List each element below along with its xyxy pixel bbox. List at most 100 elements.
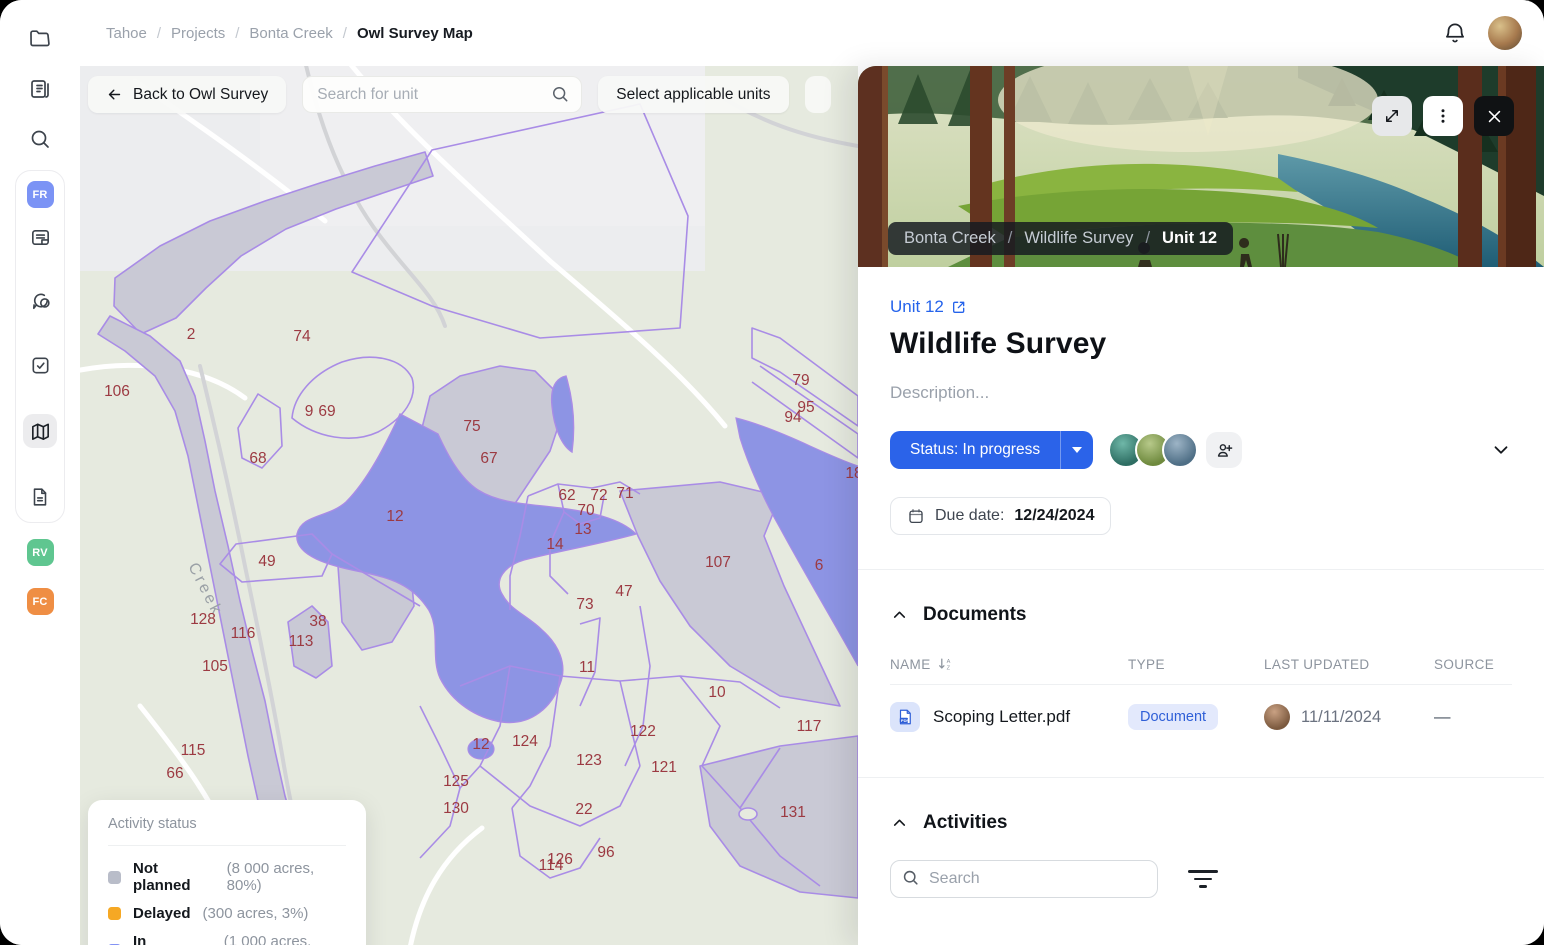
map-unit-label[interactable]: 6 bbox=[815, 557, 824, 574]
map-unit-label[interactable]: 73 bbox=[576, 596, 593, 613]
map-unit-label[interactable]: 22 bbox=[575, 801, 592, 818]
avatar bbox=[1264, 704, 1290, 730]
projects-folder-icon[interactable] bbox=[25, 24, 55, 54]
unit-link[interactable]: Unit 12 bbox=[890, 297, 967, 317]
map-unit-label[interactable]: 70 bbox=[577, 502, 595, 519]
breadcrumb-item[interactable]: Projects bbox=[171, 25, 225, 42]
close-panel-button[interactable] bbox=[1474, 96, 1514, 136]
chevron-up-icon bbox=[890, 814, 909, 833]
map-unit-label[interactable]: 116 bbox=[231, 625, 256, 642]
tasks-icon[interactable] bbox=[25, 350, 55, 380]
activities-search-input[interactable] bbox=[890, 860, 1158, 898]
map-unit-label[interactable]: 79 bbox=[792, 372, 809, 389]
map-unit-label[interactable]: 107 bbox=[705, 554, 731, 571]
back-to-owl-survey-button[interactable]: Back to Owl Survey bbox=[88, 76, 286, 113]
breadcrumb-item[interactable]: Bonta Creek bbox=[249, 25, 332, 42]
map-unit-label[interactable]: 62 bbox=[558, 487, 575, 504]
column-source[interactable]: SOURCE bbox=[1434, 657, 1512, 672]
arrow-left-icon bbox=[106, 86, 123, 103]
filter-button[interactable] bbox=[1184, 866, 1222, 892]
layers-icon[interactable] bbox=[25, 74, 55, 104]
column-type[interactable]: TYPE bbox=[1128, 657, 1264, 672]
map-unit-label[interactable]: 113 bbox=[289, 633, 314, 650]
close-icon bbox=[1486, 108, 1503, 125]
map-unit-label[interactable]: 67 bbox=[480, 450, 497, 467]
workspace-avatar-fr[interactable]: FR bbox=[27, 181, 54, 208]
breadcrumb-item-current: Owl Survey Map bbox=[357, 25, 473, 42]
map-unit-label[interactable]: 114 bbox=[539, 857, 564, 874]
breadcrumb-item[interactable]: Wildlife Survey bbox=[1024, 229, 1133, 248]
activities-section-toggle[interactable]: Activities bbox=[858, 778, 1544, 834]
expand-panel-button[interactable] bbox=[1372, 96, 1412, 136]
map-unit-label[interactable]: 18 bbox=[845, 465, 858, 482]
add-assignee-button[interactable] bbox=[1206, 432, 1242, 468]
notifications-bell-icon[interactable] bbox=[1442, 20, 1468, 46]
breadcrumb-separator: / bbox=[157, 25, 161, 42]
document-icon[interactable] bbox=[25, 482, 55, 512]
unit-search-input[interactable] bbox=[302, 76, 582, 113]
map-unit-label[interactable]: 68 bbox=[249, 450, 266, 467]
unit-search bbox=[302, 76, 582, 113]
map-unit-label[interactable]: 128 bbox=[190, 611, 216, 628]
map-unit-label[interactable]: 47 bbox=[615, 583, 632, 600]
column-name[interactable]: NAME bbox=[890, 657, 931, 672]
map-unit-label[interactable]: 117 bbox=[797, 718, 822, 735]
map-unit-label[interactable]: 2 bbox=[187, 326, 196, 343]
map-unit-label[interactable]: 122 bbox=[630, 723, 656, 740]
map-unit-label[interactable]: 38 bbox=[309, 613, 326, 630]
chat-icon[interactable] bbox=[25, 286, 55, 316]
select-applicable-units-button[interactable]: Select applicable units bbox=[598, 76, 788, 113]
avatar[interactable] bbox=[1162, 432, 1198, 468]
notes-icon[interactable] bbox=[25, 222, 55, 252]
documents-section-toggle[interactable]: Documents bbox=[858, 570, 1544, 626]
map-unit-label[interactable]: 106 bbox=[104, 383, 130, 400]
map-unit-label[interactable]: 10 bbox=[708, 684, 726, 701]
document-name[interactable]: Scoping Letter.pdf bbox=[933, 707, 1070, 727]
breadcrumb-item[interactable]: Tahoe bbox=[106, 25, 147, 42]
breadcrumb-item-current: Unit 12 bbox=[1162, 229, 1217, 248]
map-unit-label[interactable]: 69 bbox=[318, 403, 335, 420]
partially-hidden-map-button[interactable] bbox=[805, 76, 831, 113]
map-unit-label[interactable]: 94 bbox=[784, 409, 802, 426]
map-unit-label[interactable]: 11 bbox=[579, 659, 595, 676]
map-unit-label[interactable]: 124 bbox=[512, 733, 538, 750]
map-unit-label[interactable]: 130 bbox=[443, 800, 469, 817]
unit-breadcrumb-overlay: Bonta Creek / Wildlife Survey / Unit 12 bbox=[888, 222, 1233, 255]
map-unit-label[interactable]: 125 bbox=[443, 773, 469, 790]
map-unit-label[interactable]: 123 bbox=[576, 752, 602, 769]
search-icon[interactable] bbox=[25, 124, 55, 154]
map-unit-label[interactable]: 96 bbox=[597, 844, 614, 861]
user-avatar[interactable] bbox=[1488, 16, 1522, 50]
table-row[interactable]: PDF Scoping Letter.pdf Document 11/11/20… bbox=[858, 685, 1544, 749]
svg-text:A: A bbox=[946, 659, 950, 665]
map-unit-label[interactable]: 105 bbox=[202, 658, 228, 675]
more-options-button[interactable] bbox=[1423, 96, 1463, 136]
status-dropdown[interactable]: Status: In progress bbox=[890, 431, 1093, 469]
status-caret[interactable] bbox=[1060, 431, 1093, 469]
map-canvas[interactable]: Creek 2741069697568671262727170131449107… bbox=[80, 66, 858, 945]
map-unit-label[interactable]: 121 bbox=[651, 759, 677, 776]
workspace-avatar-rv[interactable]: RV bbox=[27, 539, 54, 566]
due-date-button[interactable]: Due date: 12/24/2024 bbox=[890, 497, 1111, 535]
sort-az-icon[interactable]: A Z bbox=[937, 656, 953, 672]
map-unit-label[interactable]: 66 bbox=[166, 765, 183, 782]
map-unit-label[interactable]: 115 bbox=[181, 742, 206, 759]
column-last-updated[interactable]: LAST UPDATED bbox=[1264, 657, 1434, 672]
map-unit-label[interactable]: 12 bbox=[386, 508, 403, 525]
map-unit-label[interactable]: 71 bbox=[616, 485, 633, 502]
map-unit-label[interactable]: 13 bbox=[574, 521, 591, 538]
map-unit-label[interactable]: 12 bbox=[472, 736, 489, 753]
map-unit-label[interactable]: 131 bbox=[780, 804, 806, 821]
map-unit-label[interactable]: 49 bbox=[258, 553, 275, 570]
breadcrumb-item[interactable]: Bonta Creek bbox=[904, 229, 996, 248]
collapse-details-chevron[interactable] bbox=[1490, 439, 1512, 461]
breadcrumb-separator: / bbox=[235, 25, 239, 42]
map-unit-label[interactable]: 9 bbox=[305, 403, 314, 420]
map-unit-label[interactable]: 74 bbox=[293, 328, 311, 345]
legend-item-in-progress: In progress (1 000 acres, 10%) bbox=[108, 933, 346, 945]
workspace-avatar-fc[interactable]: FC bbox=[27, 588, 54, 615]
map-unit-label[interactable]: 14 bbox=[546, 536, 564, 553]
description-placeholder[interactable]: Description... bbox=[890, 383, 1512, 403]
map-unit-label[interactable]: 75 bbox=[463, 418, 480, 435]
map-icon[interactable] bbox=[23, 414, 57, 448]
